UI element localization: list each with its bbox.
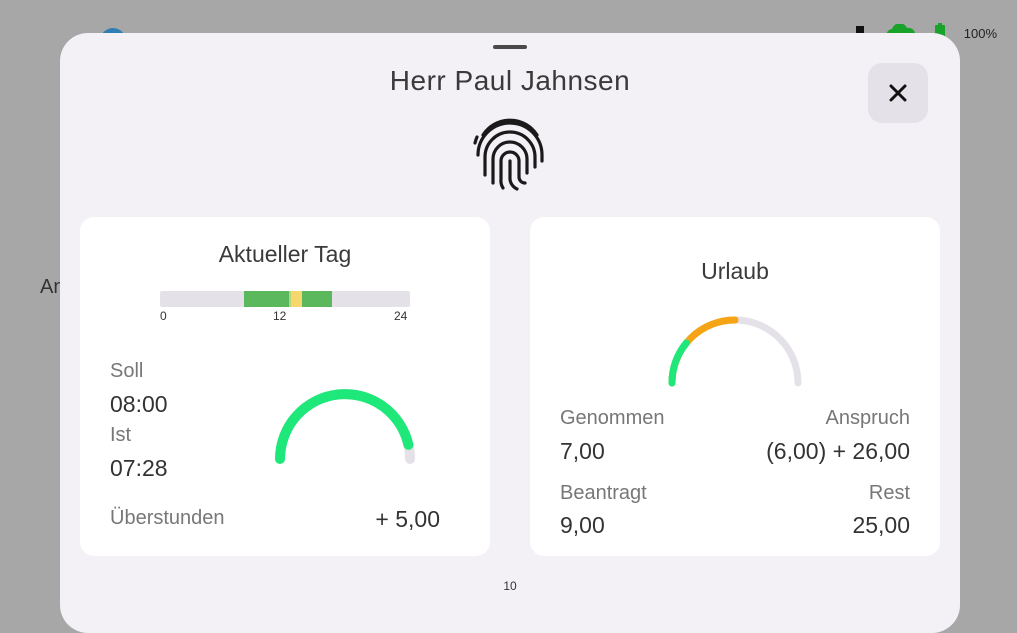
- vacation-title: Urlaub: [701, 258, 769, 284]
- drag-handle[interactable]: [493, 45, 527, 49]
- rest-label: Rest: [868, 482, 910, 504]
- fingerprint-icon[interactable]: [473, 113, 547, 193]
- close-icon: [889, 84, 907, 102]
- page-indicator: 10: [503, 579, 517, 593]
- taken-label: Genommen: [560, 407, 665, 429]
- close-button[interactable]: [868, 63, 928, 123]
- timeline-tick-12: 12: [273, 309, 287, 323]
- actual-value: 07:28: [110, 455, 168, 481]
- overtime-value: + 5,00: [375, 506, 440, 532]
- battery-percentage: 100%: [963, 25, 997, 41]
- day-timeline-bar: [160, 291, 410, 307]
- day-gauge-fill: [275, 389, 414, 464]
- overtime-label: Überstunden: [110, 507, 225, 529]
- vacation-gauge: [668, 316, 802, 387]
- entitlement-value: (6,00) + 26,00: [766, 438, 910, 464]
- requested-label: Beantragt: [560, 482, 647, 504]
- actual-label: Ist: [110, 424, 132, 446]
- day-gauge-track: [275, 389, 415, 464]
- taken-value: 7,00: [560, 438, 605, 464]
- target-label: Soll: [110, 360, 144, 382]
- timeline-tick-24: 24: [394, 309, 408, 323]
- target-value: 08:00: [110, 391, 168, 417]
- rest-value: 25,00: [852, 512, 910, 538]
- vacation-gauge-track: [668, 316, 802, 387]
- employee-detail-sheet: Herr Paul Jahnsen Aktueller Tag 0 12 24 …: [60, 33, 960, 633]
- entitlement-label: Anspruch: [825, 407, 911, 429]
- vacation-card: Urlaub Genommen 7,00 Anspruch (6,00) + 2…: [530, 217, 940, 556]
- current-day-title: Aktueller Tag: [218, 241, 352, 267]
- current-day-card: Aktueller Tag 0 12 24 Soll 08:00 Ist 07:…: [80, 217, 490, 556]
- requested-value: 9,00: [560, 512, 605, 538]
- timeline-tick-0: 0: [160, 309, 167, 323]
- vacation-gauge-taken: [668, 339, 690, 387]
- employee-name: Herr Paul Jahnsen: [389, 65, 631, 96]
- day-progress-gauge: [275, 389, 415, 464]
